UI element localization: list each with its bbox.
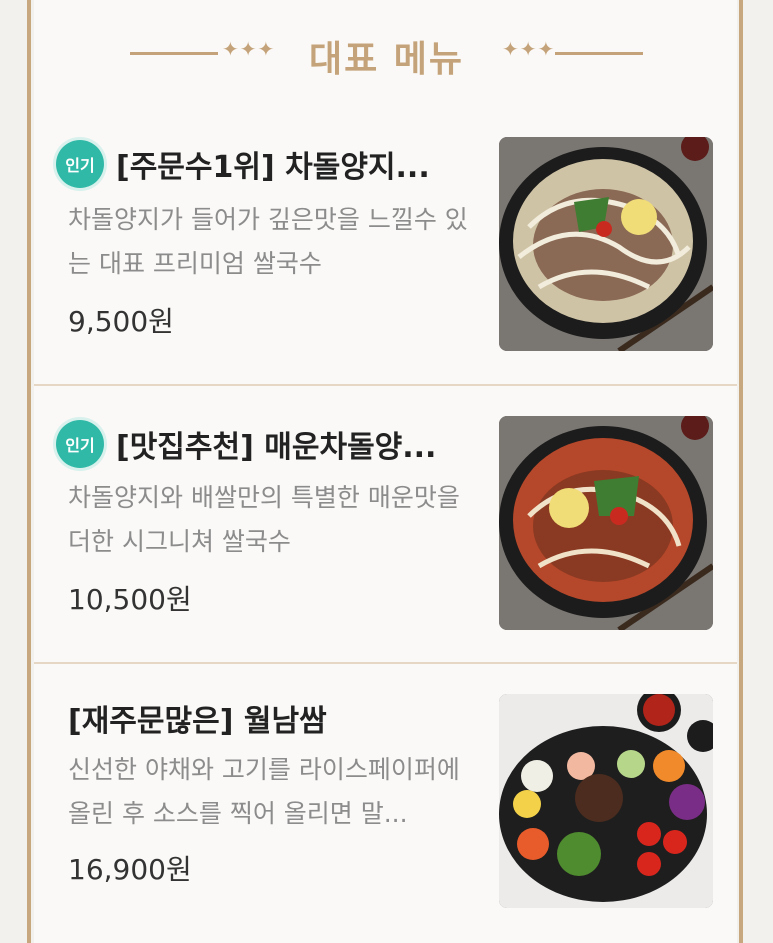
menu-item-description: 차돌양지와 배쌀만의 특별한 매운맛을 더한 시그니쳐 쌀국수 [68, 483, 460, 556]
pho-brisket-photo[interactable] [499, 137, 713, 351]
menu-item-3[interactable]: [재주문많은] 월남쌈 신선한 야채와 고기를 라이스페이퍼에 올린 후 소스를… [34, 664, 737, 943]
spicy-pho-photo[interactable] [499, 416, 713, 630]
section-header: ✦✦✦ 대표 메뉴 ✦✦✦ [0, 22, 773, 82]
menu-item-price: 9,500원 [68, 305, 174, 338]
menu-item-name[interactable]: [주문수1위] 차돌양지... [116, 142, 430, 186]
menu-item-2[interactable]: 인기 [맛집추천] 매운차돌양... 차돌양지와 배쌀만의 특별한 매운맛을 더… [34, 386, 737, 664]
popular-badge: 인기 [56, 140, 104, 188]
header-line-right [555, 52, 643, 55]
menu-item-name[interactable]: [맛집추천] 매운차돌양... [116, 422, 436, 466]
menu-item-description: 신선한 야채와 고기를 라이스페이퍼에 올린 후 소스를 찍어 올리면 말... [68, 755, 460, 828]
menu-item-description: 차돌양지가 들어가 깊은맛을 느낄수 있는 대표 프리미엄 쌀국수 [68, 205, 468, 278]
menu-item-name[interactable]: [재주문많은] 월남쌈 [68, 696, 327, 740]
section-title: 대표 메뉴 [308, 39, 464, 80]
menu-item-price: 10,500원 [68, 583, 192, 616]
right-border [739, 0, 743, 943]
spring-roll-platter-photo[interactable] [499, 694, 713, 908]
left-border [27, 0, 31, 943]
popular-badge: 인기 [56, 420, 104, 468]
menu-item-price: 16,900원 [68, 853, 192, 886]
menu-item-1[interactable]: 인기 [주문수1위] 차돌양지... 차돌양지가 들어가 깊은맛을 느낄수 있는… [34, 108, 737, 386]
menu-screen: ✦✦✦ 대표 메뉴 ✦✦✦ 인기 [주문수1위] 차돌양지... 차돌양지가 들… [0, 0, 773, 943]
sparkle-icon-right: ✦✦✦ [502, 37, 556, 61]
